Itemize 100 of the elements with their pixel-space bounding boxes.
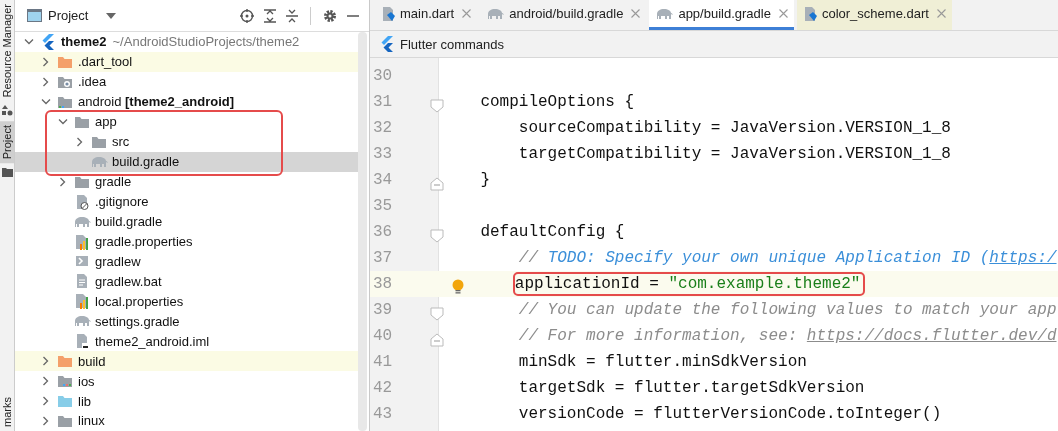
tree-item[interactable]: .idea [15,71,358,92]
elephant-icon [90,155,108,168]
flutter-logo-icon [41,33,55,50]
tree-item[interactable]: src [15,131,358,152]
tool-window-tab[interactable]: marks [0,393,14,431]
view-selector[interactable]: Project [27,8,117,23]
tree-item[interactable]: build.gradle [15,151,358,172]
tree-item[interactable]: gradlew [15,251,358,272]
line-number: 30 [373,67,393,85]
settings-icon[interactable] [323,8,337,23]
close-icon[interactable] [631,9,641,18]
lightbulb-icon[interactable] [452,279,464,295]
line-number: 41 [373,353,393,371]
line-number: 32 [373,119,393,137]
fold-marker-icon[interactable] [430,307,444,321]
tree-item[interactable]: ios [15,371,358,392]
tree-item[interactable]: local.properties [15,291,358,312]
code-line: compileOptions { [479,93,635,111]
shapes-icon [2,104,13,116]
chevron-right-icon[interactable] [43,415,49,426]
properties-file-icon [75,293,89,310]
crosshair-icon[interactable] [240,8,254,23]
fold-marker-icon[interactable] [430,99,444,113]
tree-item[interactable]: linux [15,411,358,431]
code-line: targetCompatibility = JavaVersion.VERSION_1_8 [517,145,951,163]
line-number: 36 [373,223,393,241]
scrollbar[interactable] [358,32,367,431]
tree-item[interactable]: .gitignore [15,191,358,212]
expand-all-icon[interactable] [264,8,276,23]
tree-item[interactable]: .dart_tool [15,51,358,72]
line-number: 33 [373,145,393,163]
chevron-down-icon[interactable] [24,38,34,45]
folder-icon [57,374,73,389]
chevron-right-icon[interactable] [43,396,49,407]
editor-tab[interactable]: main.dart [375,0,478,30]
window-icon [27,9,42,22]
line-number: 37 [373,249,393,267]
tree-item[interactable]: theme2_android.iml [15,331,358,352]
chevron-right-icon[interactable] [77,136,83,147]
tree-item[interactable]: app [15,111,358,132]
folder-icon [57,394,73,409]
properties-file-icon [75,233,89,250]
dart-file-icon [381,5,395,22]
close-icon[interactable] [462,9,472,18]
elephant-icon [655,7,674,20]
close-icon[interactable] [778,9,788,18]
tool-window-tab[interactable]: Project [0,120,14,163]
tree-item[interactable]: theme2 ~/AndroidStudioProjects/theme2 [15,32,358,52]
folder-icon [74,174,90,189]
line-number: 34 [373,171,393,189]
dart-file-icon [802,5,817,22]
code-line: defaultConfig { [479,223,625,241]
chevron-down-icon[interactable] [58,118,68,125]
fold-marker-icon[interactable] [430,333,444,347]
tree-item[interactable]: gradle.properties [15,231,358,252]
chevron-right-icon[interactable] [43,356,49,367]
tree-item[interactable]: gradlew.bat [15,271,358,292]
code-line: sourceCompatibility = JavaVersion.VERSION_1_8 [517,119,951,137]
tree-item[interactable]: build [15,351,358,372]
line-number: 43 [373,405,393,423]
chevron-right-icon[interactable] [43,56,49,67]
tree-item[interactable]: build.gradle [15,211,358,232]
folder-icon [74,114,90,129]
folder-icon [91,134,107,149]
toolbar-title: Flutter commands [400,36,505,52]
fold-marker-icon[interactable] [430,177,444,191]
ignore-file-icon [75,193,89,210]
elephant-icon [73,315,91,328]
fold-marker-icon[interactable] [430,229,444,243]
tree-item[interactable]: android [theme2_android] [15,91,358,112]
folder-icon [57,354,73,369]
chevron-down-icon[interactable] [41,98,51,105]
close-icon[interactable] [936,9,946,18]
terminal-icon [75,254,89,269]
tree-item[interactable]: settings.gradle [15,311,358,332]
link[interactable]: https:/ [989,249,1057,267]
chevron-right-icon[interactable] [43,76,49,87]
line-number: 42 [373,379,393,397]
code-line: targetSdk = flutter.targetSdkVersion [517,379,865,397]
editor-tab[interactable]: color_scheme.dart [796,0,952,30]
tree-item[interactable]: gradle [15,171,358,192]
tree-item[interactable]: lib [15,391,358,411]
line-number: 40 [373,327,393,345]
chevron-right-icon[interactable] [43,376,49,387]
code-line: } [479,171,490,189]
folder-icon [2,167,13,177]
caret-icon [106,12,117,19]
elephant-icon [486,7,505,20]
collapse-all-icon[interactable] [286,8,298,23]
flutter-logo-icon [380,36,394,52]
code-line: // TODO: Specify your own unique Application ID (https:/ [517,249,1057,267]
folder-icon [57,54,73,69]
line-number: 35 [373,197,393,215]
elephant-icon [73,215,91,228]
tool-window-tab[interactable]: Resource Manager [0,0,14,102]
line-number: 31 [373,93,393,111]
editor-tab[interactable]: android/build.gradle [480,0,647,30]
chevron-right-icon[interactable] [60,176,66,187]
code-line: // You can update the following values to match your app [517,301,1057,319]
editor-tab[interactable]: app/build.gradle [649,0,794,30]
